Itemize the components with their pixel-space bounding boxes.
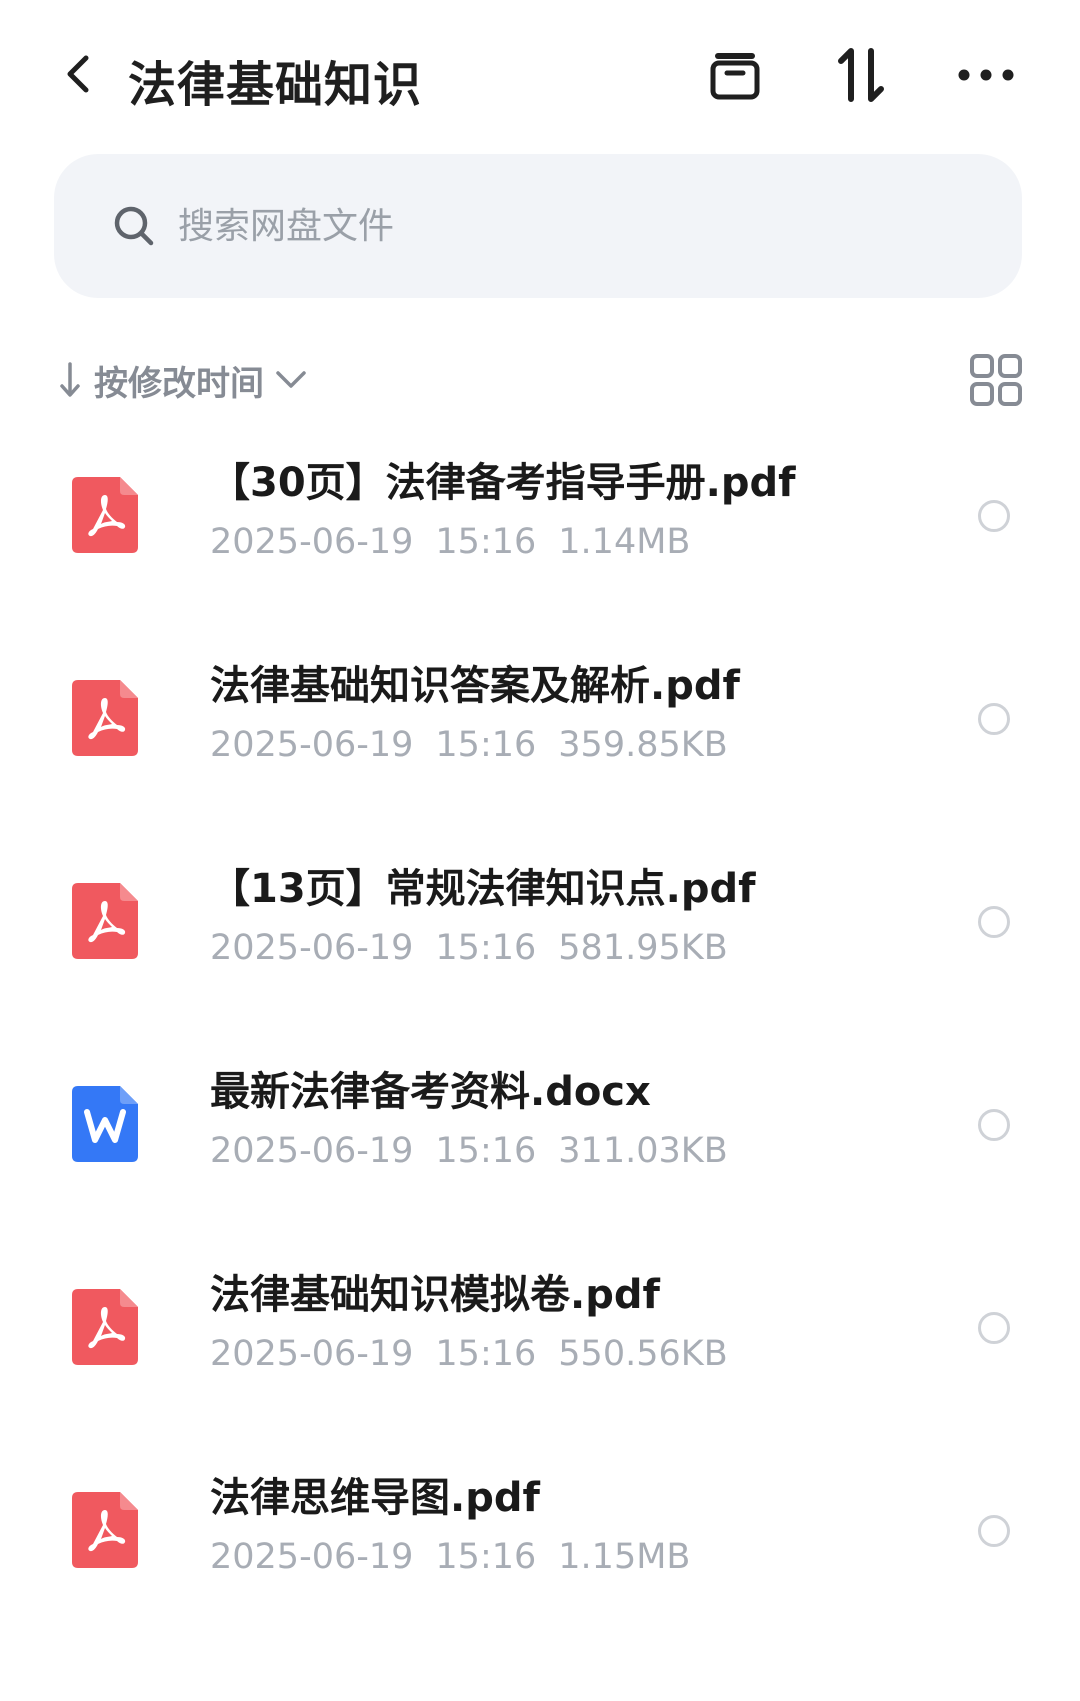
file-row[interactable]: 最新法律备考资料.docx 2025-06-19 15:16 311.03KB xyxy=(0,1039,1080,1242)
file-row[interactable]: 法律基础知识模拟卷.pdf 2025-06-19 15:16 550.56KB xyxy=(0,1242,1080,1445)
file-row[interactable]: 【13页】常规法律知识点.pdf 2025-06-19 15:16 581.95… xyxy=(0,836,1080,1039)
file-time: 15:16 xyxy=(435,928,537,968)
select-radio[interactable] xyxy=(978,1515,1010,1547)
chevron-down-icon xyxy=(276,371,306,388)
file-size: 581.95KB xyxy=(558,928,728,968)
file-time: 15:16 xyxy=(435,1334,537,1374)
file-time: 15:16 xyxy=(435,725,537,765)
file-size: 550.56KB xyxy=(558,1334,728,1374)
file-list-page: 法律基础知识 搜索网盘文件 按修改时间 【30页】法律备考指导手册.pdf 20… xyxy=(0,0,1080,1701)
select-radio[interactable] xyxy=(978,1109,1010,1141)
grid-view-button[interactable] xyxy=(968,352,1024,408)
file-date: 2025-06-19 xyxy=(210,1537,414,1577)
file-date: 2025-06-19 xyxy=(210,1131,414,1171)
file-meta: 2025-06-19 15:16 581.95KB xyxy=(210,928,728,968)
pdf-file-icon xyxy=(72,1492,138,1568)
select-radio[interactable] xyxy=(978,703,1010,735)
file-meta: 2025-06-19 15:16 1.14MB xyxy=(210,522,690,562)
file-name: 法律基础知识答案及解析.pdf xyxy=(210,663,740,709)
file-size: 1.14MB xyxy=(558,522,691,562)
grid-view-icon xyxy=(970,354,1022,406)
pdf-file-icon xyxy=(72,883,138,959)
file-date: 2025-06-19 xyxy=(210,928,414,968)
search-icon xyxy=(110,202,158,250)
back-icon xyxy=(67,55,89,93)
file-name: 法律基础知识模拟卷.pdf xyxy=(210,1272,660,1318)
file-meta: 2025-06-19 15:16 311.03KB xyxy=(210,1131,728,1171)
file-name: 法律思维导图.pdf xyxy=(210,1475,540,1521)
sort-arrows-icon xyxy=(838,48,884,102)
word-file-icon xyxy=(72,1086,138,1162)
select-radio[interactable] xyxy=(978,1312,1010,1344)
file-row[interactable]: 法律思维导图.pdf 2025-06-19 15:16 1.15MB xyxy=(0,1445,1080,1648)
file-time: 15:16 xyxy=(435,522,537,562)
sort-button[interactable] xyxy=(826,40,896,110)
header: 法律基础知识 xyxy=(0,0,1080,150)
back-button[interactable] xyxy=(48,44,108,104)
file-size: 1.15MB xyxy=(558,1537,691,1577)
pdf-file-icon xyxy=(72,1289,138,1365)
pdf-file-icon xyxy=(72,680,138,756)
sort-selector[interactable]: 按修改时间 xyxy=(56,350,308,410)
arrow-down-icon xyxy=(60,362,80,397)
file-time: 15:16 xyxy=(435,1537,537,1577)
more-button[interactable] xyxy=(951,40,1021,110)
archive-button[interactable] xyxy=(700,40,770,110)
file-row[interactable]: 【30页】法律备考指导手册.pdf 2025-06-19 15:16 1.14M… xyxy=(0,430,1080,633)
select-radio[interactable] xyxy=(978,906,1010,938)
file-size: 359.85KB xyxy=(558,725,728,765)
file-size: 311.03KB xyxy=(558,1131,728,1171)
select-radio[interactable] xyxy=(978,500,1010,532)
file-name: 【13页】常规法律知识点.pdf xyxy=(210,866,756,912)
search-bar[interactable] xyxy=(54,154,1022,298)
file-row[interactable]: 法律基础知识答案及解析.pdf 2025-06-19 15:16 359.85K… xyxy=(0,633,1080,836)
search-input[interactable] xyxy=(178,205,938,247)
more-icon xyxy=(958,69,1014,81)
file-time: 15:16 xyxy=(435,1131,537,1171)
file-date: 2025-06-19 xyxy=(210,522,414,562)
file-list: 【30页】法律备考指导手册.pdf 2025-06-19 15:16 1.14M… xyxy=(0,430,1080,1648)
page-title: 法律基础知识 xyxy=(128,57,423,113)
file-meta: 2025-06-19 15:16 359.85KB xyxy=(210,725,728,765)
file-date: 2025-06-19 xyxy=(210,725,414,765)
sort-label: 按修改时间 xyxy=(94,363,264,404)
archive-icon xyxy=(710,53,760,100)
file-name: 【30页】法律备考指导手册.pdf xyxy=(210,460,796,506)
file-meta: 2025-06-19 15:16 550.56KB xyxy=(210,1334,728,1374)
file-date: 2025-06-19 xyxy=(210,1334,414,1374)
pdf-file-icon xyxy=(72,477,138,553)
file-name: 最新法律备考资料.docx xyxy=(210,1069,651,1115)
file-meta: 2025-06-19 15:16 1.15MB xyxy=(210,1537,690,1577)
